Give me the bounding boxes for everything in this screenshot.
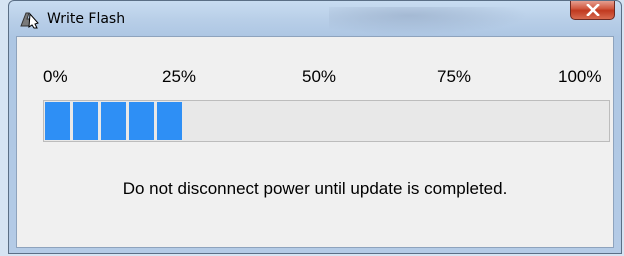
progress-segment xyxy=(101,102,126,140)
progress-bar xyxy=(43,100,610,142)
title-bar-background xyxy=(329,7,529,35)
flash-writer-icon xyxy=(18,10,40,30)
progress-segment xyxy=(45,102,70,140)
progress-fill xyxy=(45,102,182,140)
progress-segment xyxy=(73,102,98,140)
progress-segment xyxy=(129,102,154,140)
window-title: Write Flash xyxy=(47,11,126,27)
title-bar[interactable]: Write Flash xyxy=(9,1,621,35)
scale-label-50: 50% xyxy=(302,67,337,86)
write-flash-dialog: Write Flash 0% 25% 50% 75% 100% Do not d… xyxy=(8,0,622,254)
close-button[interactable] xyxy=(570,1,615,20)
scale-label-0: 0% xyxy=(43,67,68,86)
scale-label-100: 100% xyxy=(558,67,602,86)
status-message: Do not disconnect power until update is … xyxy=(122,179,508,198)
scale-label-75: 75% xyxy=(437,67,472,86)
close-icon xyxy=(585,3,600,16)
scale-label-25: 25% xyxy=(162,67,197,86)
progress-segment xyxy=(157,102,182,140)
dialog-content: 0% 25% 50% 75% 100% Do not disconnect po… xyxy=(16,36,614,248)
